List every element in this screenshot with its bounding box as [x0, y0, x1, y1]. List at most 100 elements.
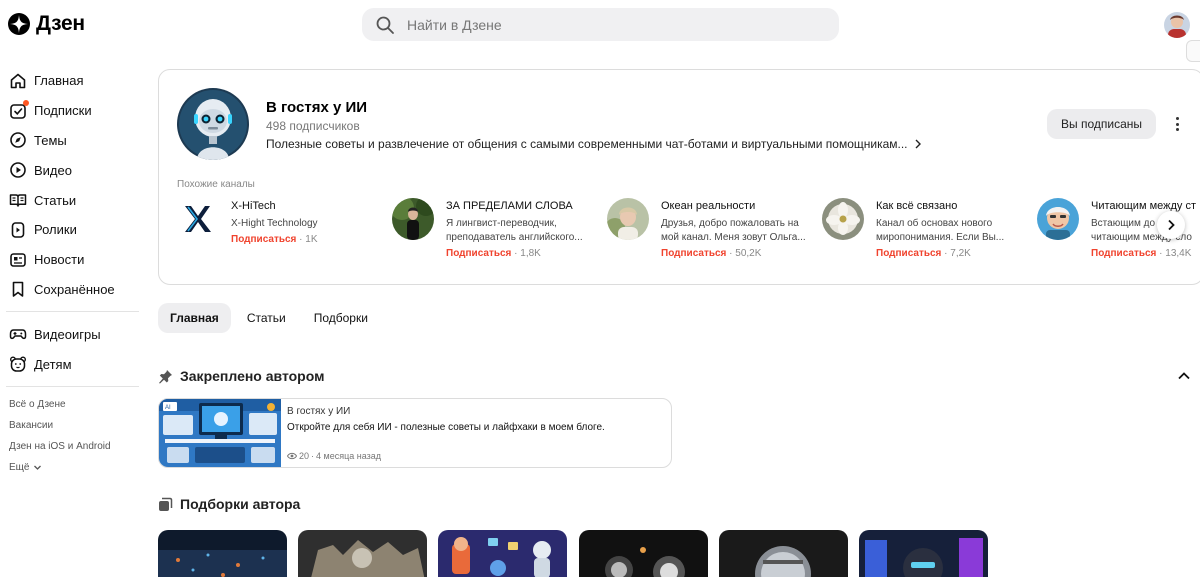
sidebar-item-saved[interactable]: Сохранённое	[0, 275, 145, 305]
similar-subscribe-link[interactable]: Подписаться	[446, 248, 511, 259]
sidebar: Главная Подписки Темы Видео Статьи Ролик…	[0, 66, 145, 478]
similar-channel-meta: Подписаться · 13,4K	[1091, 248, 1192, 259]
channel-description-text: Полезные советы и развлечение от общения…	[266, 137, 908, 151]
similar-subscribe-link[interactable]: Подписаться	[876, 248, 941, 259]
sidebar-item-label: Ролики	[34, 222, 77, 238]
news-icon	[10, 252, 26, 267]
search-icon	[376, 16, 394, 34]
similar-channel-avatar	[822, 198, 864, 240]
sidebar-item-games[interactable]: Видеоигры	[0, 319, 145, 349]
pin-icon	[159, 369, 172, 383]
more-options-icon[interactable]	[1169, 112, 1185, 136]
similar-channel-meta: Подписаться · 1K	[231, 234, 318, 245]
similar-channel-desc: Друзья, добро пожаловать на мой канал. М…	[661, 218, 806, 243]
similar-channel-desc: X-Hight Technology	[231, 218, 318, 229]
channel-avatar[interactable]	[177, 88, 249, 160]
channel-title: В гостях у ИИ	[266, 99, 368, 116]
collection-thumbnail	[298, 530, 427, 577]
collection-card[interactable]	[859, 530, 988, 577]
collection-card[interactable]	[579, 530, 708, 577]
similar-channel-card[interactable]: Как всё связано Канал об основах нового …	[822, 198, 1032, 268]
sidebar-divider	[6, 385, 139, 387]
similar-channel-meta: Подписаться · 1,8K	[446, 248, 541, 259]
search-input[interactable]	[407, 16, 807, 33]
similar-channel-name: X-HiTech	[231, 200, 276, 212]
pinned-section-label: Закреплено автором	[180, 368, 325, 384]
sidebar-item-label: Главная	[34, 73, 84, 89]
collection-card[interactable]	[158, 530, 287, 577]
logo-text: Дзен	[36, 12, 85, 35]
channel-description[interactable]: Полезные советы и развлечение от общения…	[266, 137, 922, 151]
user-avatar[interactable]	[1164, 12, 1190, 38]
collection-card[interactable]	[298, 530, 427, 577]
home-icon	[10, 73, 26, 89]
similar-channel-avatar	[177, 198, 219, 240]
sidebar-item-home[interactable]: Главная	[0, 66, 145, 96]
tab-main[interactable]: Главная	[158, 303, 231, 333]
sidebar-divider	[6, 311, 139, 313]
sidebar-item-kids[interactable]: Детям	[0, 349, 145, 379]
similar-channels-list: X-HiTech X-Hight Technology Подписаться …	[177, 198, 1197, 268]
tab-collections[interactable]: Подборки	[302, 303, 380, 333]
dzen-logo-icon	[8, 13, 30, 35]
eye-icon	[287, 452, 297, 460]
tab-articles[interactable]: Статьи	[235, 303, 298, 333]
similar-channel-card[interactable]: X-HiTech X-Hight Technology Подписаться …	[177, 198, 387, 268]
chevron-right-icon	[1168, 219, 1175, 231]
similar-subscribe-link[interactable]: Подписаться	[231, 234, 296, 245]
sidebar-item-topics[interactable]: Темы	[0, 126, 145, 156]
sidebar-item-label: Подписки	[34, 103, 92, 119]
compass-icon	[10, 132, 26, 149]
bookmark-icon	[12, 282, 24, 298]
pinned-article-card[interactable]: AI В гостях у ИИ Откройте для себя ИИ - …	[158, 398, 672, 468]
sidebar-item-clips[interactable]: Ролики	[0, 215, 145, 245]
chevron-down-icon	[34, 465, 42, 470]
chevron-up-icon[interactable]	[1177, 369, 1191, 383]
channel-tabs: Главная Статьи Подборки	[158, 303, 380, 333]
sidebar-item-label: Новости	[34, 252, 85, 268]
footer-link-jobs[interactable]: Вакансии	[0, 415, 145, 436]
similar-channel-card[interactable]: Океан реальности Друзья, добро пожаловат…	[607, 198, 817, 268]
similar-channel-avatar	[607, 198, 649, 240]
subscriptions-icon	[9, 99, 29, 120]
pinned-article-headline: Откройте для себя ИИ - полезные советы и…	[287, 422, 605, 433]
collections-section-title: Подборки автора	[158, 496, 300, 512]
footer-link-apps[interactable]: Дзен на iOS и Android	[0, 436, 145, 457]
similar-subscribe-link[interactable]: Подписаться	[661, 248, 726, 259]
similar-channel-name: Как всё связано	[876, 200, 958, 212]
pinned-article-views: 20	[299, 451, 310, 461]
similar-channel-desc: Я лингвист-переводчик, преподаватель анг…	[446, 218, 583, 243]
similar-channel-name: ЗА ПРЕДЕЛАМИ СЛОВА	[446, 200, 573, 212]
notification-dot	[23, 99, 29, 106]
pinned-article-thumbnail: AI	[159, 399, 281, 467]
subscribed-button[interactable]: Вы подписаны	[1047, 109, 1156, 139]
pinned-article-channel: В гостях у ИИ	[287, 406, 351, 417]
footer-link-more[interactable]: Ещё	[0, 457, 145, 478]
sidebar-item-label: Темы	[34, 132, 67, 148]
similar-next-button[interactable]	[1157, 211, 1185, 239]
sidebar-item-news[interactable]: Новости	[0, 245, 145, 275]
collection-thumbnail	[719, 530, 848, 577]
channel-subscribers: 498 подписчиков	[266, 119, 360, 133]
collection-card[interactable]	[438, 530, 567, 577]
sidebar-item-video[interactable]: Видео	[0, 155, 145, 185]
svg-text:AI: AI	[165, 405, 171, 411]
sidebar-item-label: Видеоигры	[34, 326, 101, 342]
similar-channel-card[interactable]: ЗА ПРЕДЕЛАМИ СЛОВА Я лингвист-переводчик…	[392, 198, 602, 268]
dzen-logo[interactable]: Дзен	[8, 12, 85, 36]
search-bar[interactable]	[362, 8, 839, 41]
collections-section-label: Подборки автора	[180, 496, 301, 512]
sidebar-item-label: Видео	[34, 162, 72, 178]
collections-list	[158, 530, 1008, 577]
collection-thumbnail	[579, 530, 708, 577]
footer-link-about[interactable]: Всё о Дзене	[0, 394, 145, 415]
collection-thumbnail	[438, 530, 567, 577]
side-widget[interactable]	[1186, 40, 1200, 62]
channel-card: В гостях у ИИ 498 подписчиков Полезные с…	[158, 69, 1200, 285]
similar-subscribe-link[interactable]: Подписаться	[1091, 248, 1156, 259]
sidebar-item-articles[interactable]: Статьи	[0, 185, 145, 215]
pinned-section-title: Закреплено автором	[158, 368, 324, 384]
similar-channel-meta: Подписаться · 50,2K	[661, 248, 762, 259]
sidebar-item-subscriptions[interactable]: Подписки	[0, 96, 145, 126]
collection-card[interactable]	[719, 530, 848, 577]
